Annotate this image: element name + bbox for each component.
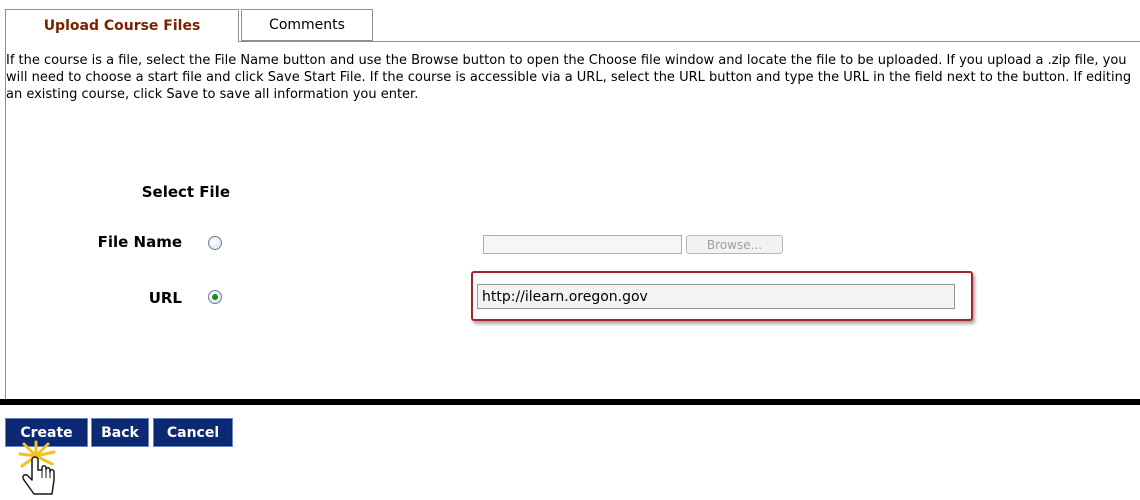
cancel-button-label: Cancel xyxy=(166,424,220,441)
browse-button[interactable]: Browse... xyxy=(686,235,783,254)
instructions-text: If the course is a file, select the File… xyxy=(6,53,1132,102)
tab-comments[interactable]: Comments xyxy=(241,9,373,41)
back-button-label: Back xyxy=(101,424,139,441)
upload-course-page: Upload Course Files Comments If the cour… xyxy=(0,0,1140,500)
back-button[interactable]: Back xyxy=(91,418,149,447)
select-file-heading: Select File xyxy=(141,183,230,201)
url-label: URL xyxy=(148,289,182,307)
cancel-button[interactable]: Cancel xyxy=(153,418,233,447)
file-name-label: File Name xyxy=(97,233,182,251)
tab-upload-course-files[interactable]: Upload Course Files xyxy=(5,9,239,42)
tab-comments-label: Comments xyxy=(269,17,345,33)
hand-pointer-click-icon xyxy=(8,440,88,500)
file-name-radio[interactable] xyxy=(208,236,222,250)
create-button-label: Create xyxy=(20,424,73,441)
browse-button-label: Browse... xyxy=(706,237,763,252)
url-radio[interactable] xyxy=(208,290,222,304)
tab-upload-course-files-label: Upload Course Files xyxy=(43,18,201,34)
file-name-input[interactable] xyxy=(483,235,682,254)
panel-bottom-border xyxy=(0,399,1140,405)
url-input[interactable] xyxy=(477,284,955,309)
